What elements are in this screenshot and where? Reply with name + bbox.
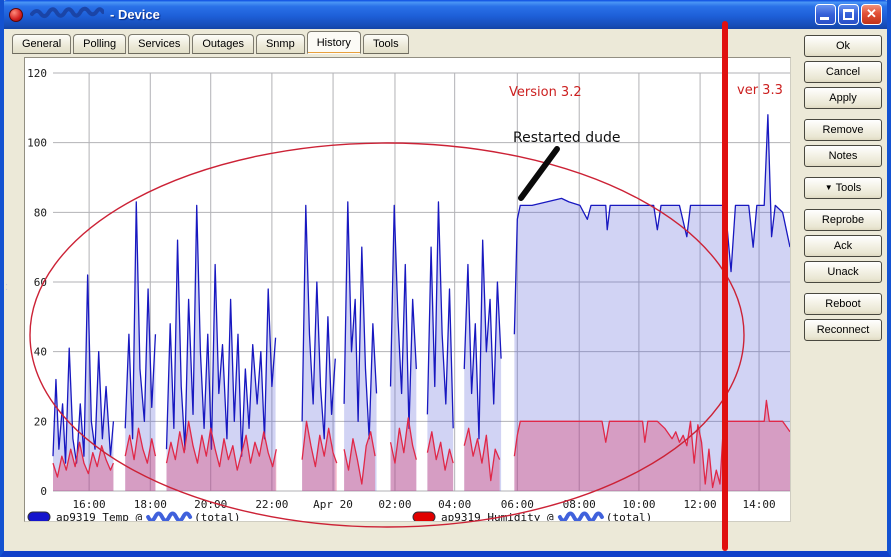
svg-text:80: 80 [34, 206, 47, 219]
svg-text:0: 0 [40, 485, 47, 498]
tools-dropdown-button[interactable]: ▼ Tools [804, 177, 882, 199]
close-button[interactable]: ✕ [861, 4, 882, 25]
svg-text:(total): (total) [606, 511, 652, 521]
svg-text:12:00: 12:00 [684, 498, 717, 511]
svg-text:60: 60 [34, 276, 47, 289]
remove-button[interactable]: Remove [804, 119, 882, 141]
svg-text:(total): (total) [194, 511, 240, 521]
svg-text:16:00: 16:00 [73, 498, 106, 511]
unack-button[interactable]: Unack [804, 261, 882, 283]
cancel-button[interactable]: Cancel [804, 61, 882, 83]
reprobe-button[interactable]: Reprobe [804, 209, 882, 231]
tab-general[interactable]: General [12, 34, 72, 54]
svg-text:02:00: 02:00 [378, 498, 411, 511]
tab-polling[interactable]: Polling [73, 34, 127, 54]
apply-button[interactable]: Apply [804, 87, 882, 109]
close-icon: ✕ [866, 6, 877, 21]
svg-text:06:00: 06:00 [501, 498, 534, 511]
tab-services[interactable]: Services [128, 34, 191, 54]
reboot-button[interactable]: Reboot [804, 293, 882, 315]
maximize-button[interactable] [838, 4, 859, 25]
svg-text:120: 120 [27, 67, 47, 80]
svg-text:10:00: 10:00 [622, 498, 655, 511]
svg-text:Apr 20: Apr 20 [313, 498, 353, 511]
svg-text:22:00: 22:00 [255, 498, 288, 511]
tab-tools[interactable]: Tools [362, 34, 409, 54]
svg-text:08:00: 08:00 [563, 498, 596, 511]
svg-text:20:00: 20:00 [194, 498, 227, 511]
dropdown-arrow-icon: ▼ [824, 183, 833, 192]
ack-button[interactable]: Ack [804, 235, 882, 257]
minimize-button[interactable] [815, 4, 836, 25]
ok-button[interactable]: Ok [804, 35, 882, 57]
minimize-icon [820, 17, 829, 20]
svg-text:ap9319_Temp @: ap9319_Temp @ [56, 511, 142, 521]
svg-text:14:00: 14:00 [742, 498, 775, 511]
tab-bar: General Polling Services Outages Snmp Hi… [12, 31, 411, 54]
svg-text:18:00: 18:00 [134, 498, 167, 511]
screen-artifact-dots: : [5, 281, 9, 293]
tab-outages[interactable]: Outages [192, 34, 254, 54]
redacted-title-scribble [30, 5, 105, 24]
svg-text:ap9319_Humidity @: ap9319_Humidity @ [441, 511, 554, 521]
svg-text:20: 20 [34, 415, 47, 428]
tab-snmp[interactable]: Snmp [255, 34, 305, 54]
notes-button[interactable]: Notes [804, 145, 882, 167]
svg-text:04:00: 04:00 [438, 498, 471, 511]
history-chart[interactable]: 0 20 40 60 80 100 120 16:00 18:00 20:00 22:00 Apr 2… [25, 58, 790, 521]
device-dialog-window: - Device ✕ General Polling Services Outa… [0, 0, 891, 557]
window-title: - Device [110, 7, 160, 22]
tab-history[interactable]: History [306, 31, 361, 54]
maximize-icon [843, 9, 854, 20]
titlebar[interactable]: - Device ✕ [4, 0, 887, 29]
reconnect-button[interactable]: Reconnect [804, 319, 882, 341]
side-button-column: Ok Cancel Apply Remove Notes ▼ Tools Repr… [804, 35, 882, 345]
svg-text:40: 40 [34, 346, 47, 359]
app-icon [9, 7, 23, 22]
history-chart-panel[interactable]: 0 20 40 60 80 100 120 16:00 18:00 20:00 22:00 Apr 2… [24, 57, 791, 522]
svg-text:100: 100 [27, 137, 47, 150]
